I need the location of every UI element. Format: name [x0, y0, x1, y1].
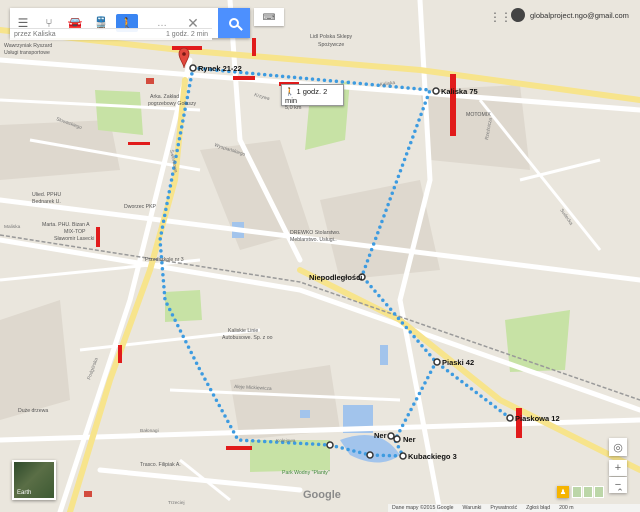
road-block-marker — [252, 38, 256, 56]
expand-icon[interactable]: ⌃ — [614, 486, 626, 498]
account-icon[interactable] — [511, 8, 525, 22]
place-label: MOTOMIX — [466, 112, 491, 118]
place-label: pogrzebowy Gołaszy — [148, 101, 197, 107]
keyboard-icon[interactable]: ⌨ — [254, 8, 284, 26]
waypoint-label: Ner — [403, 435, 416, 444]
imagery-thumbnails[interactable] — [572, 486, 604, 498]
route-info-box[interactable]: 🚶 1 godz. 2 min 5,0 km — [281, 84, 344, 111]
place-label: Dworzec PKP — [124, 204, 157, 210]
waypoint-marker — [433, 358, 441, 366]
place-label: MIX-TOP — [64, 229, 86, 235]
waypoint-label: Piaski 42 — [442, 358, 474, 367]
place-label: Marta. PHU. Bizan A — [42, 222, 90, 228]
road-block-marker — [516, 408, 522, 438]
road-block-marker — [226, 446, 252, 450]
my-location-icon[interactable]: ◎ — [609, 438, 627, 456]
street-label: Maliska — [4, 224, 21, 230]
place-label: Meblarstwo. Usługi.. — [290, 237, 337, 243]
waypoint-label: Ner — [374, 431, 387, 440]
road-block-marker — [450, 74, 456, 136]
road-block-marker — [233, 76, 255, 80]
waypoint-label: Rynek 21-22 — [198, 64, 242, 73]
place-label: Lidl Polska Sklepy — [310, 34, 353, 40]
place-label: Spożywcze — [318, 42, 344, 48]
pegman-icon[interactable]: ♟ — [557, 486, 569, 498]
street-label: Kolejowa — [276, 438, 296, 444]
map-data-credit: Dane mapy ©2015 Google — [392, 505, 454, 511]
waypoint-label: Niepodległości — [309, 273, 362, 282]
street-label: Trzeciej — [168, 500, 185, 506]
place-label: Duże drzewa — [18, 408, 48, 414]
road-block-marker — [96, 227, 100, 247]
place-label: Kaliskie Linie — [228, 328, 258, 334]
waypoint-label: Kubackiego 3 — [408, 452, 457, 461]
road-block-marker — [128, 142, 150, 145]
waypoint-marker — [326, 441, 334, 449]
route-summary-bar[interactable]: przez Kaliska 1 godz. 2 min — [10, 28, 212, 40]
map-footer: Dane mapy ©2015 Google Warunki Prywatnoś… — [388, 504, 640, 512]
park-area — [505, 310, 570, 372]
route-distance: 5,0 km — [285, 105, 302, 111]
waypoint-marker — [506, 414, 514, 422]
privacy-link[interactable]: Prywatność — [490, 505, 517, 511]
zoom-in-button[interactable]: + — [609, 460, 627, 476]
road-block-marker — [118, 345, 122, 363]
waypoint-label: Kaliska 75 — [441, 87, 478, 96]
scale-label: 200 m — [559, 505, 574, 511]
place-label: Trasco. Filipiak A. — [140, 462, 181, 468]
account-email[interactable]: globalproject.ngo@gmail.com — [530, 11, 629, 20]
route-via-label: przez Kaliska — [14, 31, 56, 38]
street-label: Bałonagi — [140, 428, 159, 434]
place-label: Usługi transportowe — [4, 50, 50, 56]
feedback-link[interactable]: Zgłoś błąd — [526, 505, 550, 511]
place-label: DREWKO Stolarstwo. — [290, 230, 340, 236]
place-label: Arka. Zakład — [150, 94, 179, 100]
route-duration: 1 godz. 2 min — [165, 31, 208, 38]
waypoint-marker — [387, 432, 395, 440]
place-label: Bednarek U. — [32, 199, 61, 205]
walk-icon: 🚶 — [285, 87, 295, 96]
place-label: Wawrzyniak Ryszard — [4, 43, 52, 49]
waypoint-label: Piaskowa 12 — [515, 414, 560, 423]
park-area — [165, 290, 202, 322]
waypoint-marker — [432, 87, 440, 95]
waypoint-marker — [393, 435, 401, 443]
search-icon — [229, 18, 239, 28]
place-label: Ulied. PPHU — [32, 192, 61, 198]
earth-toggle[interactable]: Earth — [12, 460, 56, 500]
place-label: Sławomir Lasecki — [54, 236, 94, 242]
google-logo: Google — [303, 489, 341, 501]
park-area — [95, 90, 143, 135]
search-button[interactable] — [218, 8, 250, 38]
terms-link[interactable]: Warunki — [463, 505, 482, 511]
map-canvas[interactable]: Rynek 21-22 Kaliska 75 Niepodległości Pi… — [0, 0, 640, 512]
more-modes[interactable]: … — [140, 18, 184, 29]
earth-label: Earth — [17, 490, 32, 496]
waypoint-marker — [189, 64, 197, 72]
waypoint-marker — [399, 452, 407, 460]
waypoint-marker — [366, 451, 374, 459]
place-label: Park Wodny "Planty" — [282, 470, 330, 476]
place-label: Przedszkole nr 3 — [145, 257, 184, 263]
place-label: Autobusowe. Sp. z oo — [222, 335, 273, 341]
